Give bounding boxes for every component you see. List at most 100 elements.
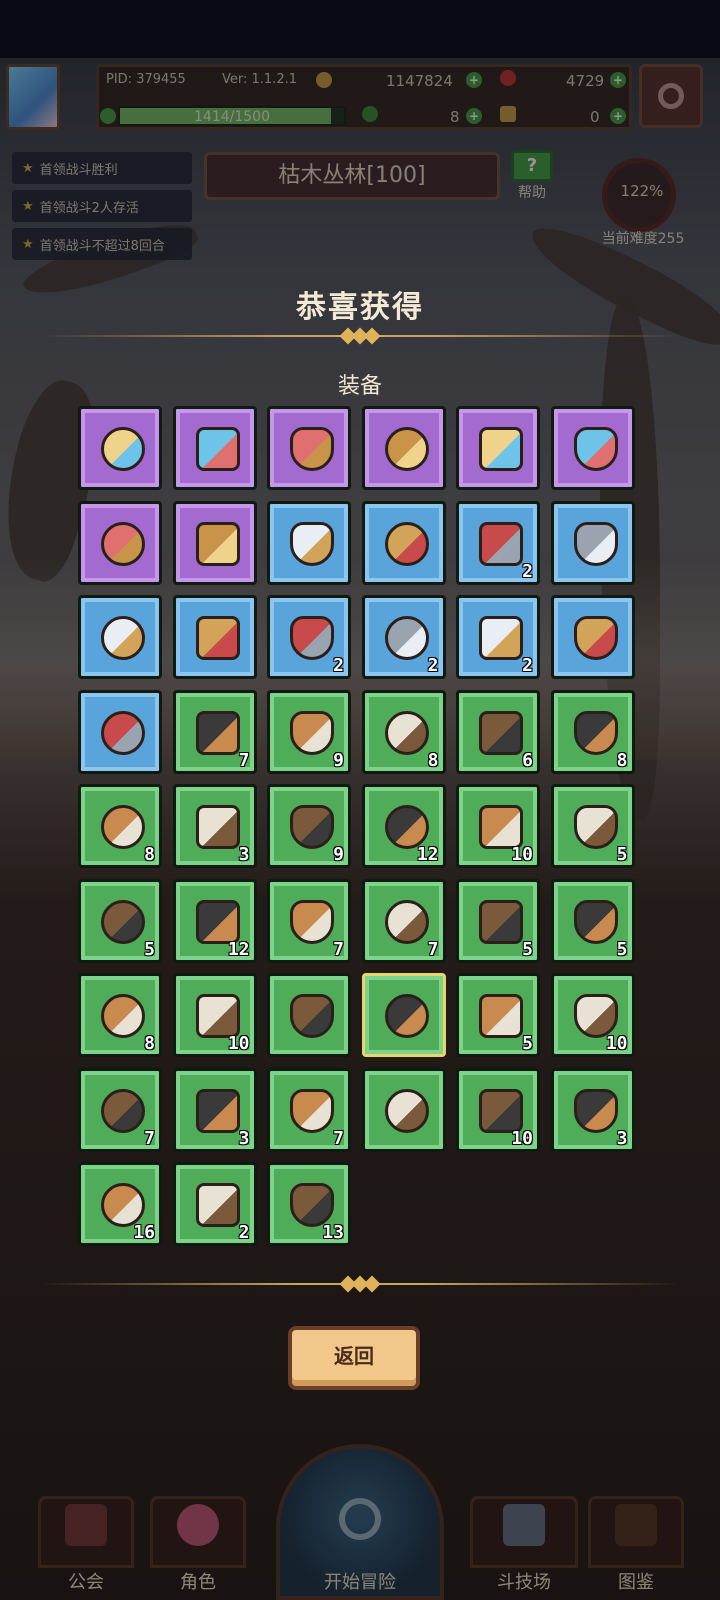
cloth-glove-icon	[573, 899, 618, 944]
green-robe-icon	[573, 805, 618, 849]
item-slot[interactable]	[456, 406, 540, 490]
belt-icon	[384, 427, 429, 471]
item-slot[interactable]: 10	[172, 973, 257, 1057]
staff-icon	[101, 427, 145, 471]
bow-icon	[195, 710, 240, 755]
item-slot[interactable]: 3	[172, 1067, 257, 1152]
orb-icon	[290, 805, 334, 849]
item-slot[interactable]: 7	[361, 878, 446, 963]
item-count: 6	[522, 749, 533, 771]
item-count: 5	[522, 1033, 533, 1054]
item-slot[interactable]	[550, 406, 635, 490]
item-slot[interactable]: 7	[267, 878, 351, 963]
item-slot[interactable]: 16	[78, 1162, 162, 1246]
leather-vest-icon	[290, 899, 334, 944]
item-slot[interactable]: 7	[267, 1067, 351, 1152]
item-slot[interactable]	[78, 500, 162, 585]
item-slot[interactable]: 2	[172, 1162, 257, 1246]
gold-boots-icon	[479, 427, 523, 471]
item-count: 7	[333, 1127, 344, 1149]
wooden-shield-icon	[101, 805, 145, 849]
item-count: 8	[616, 749, 628, 771]
item-count: 7	[333, 938, 344, 960]
crystal-cloud-icon	[195, 427, 240, 471]
item-slot[interactable]	[172, 406, 257, 490]
item-count: 5	[522, 938, 533, 960]
item-count: 5	[616, 938, 628, 960]
item-count: 10	[511, 844, 533, 865]
item-slot[interactable]: 5	[550, 784, 635, 868]
cross-necklace-icon	[573, 1088, 618, 1133]
item-slot[interactable]: 10	[550, 973, 635, 1057]
item-count: 8	[427, 749, 439, 771]
item-count: 9	[333, 749, 344, 771]
brown-boots-icon	[573, 427, 618, 471]
gold-coin-icon	[384, 1088, 429, 1133]
item-count: 7	[238, 749, 250, 771]
item-count: 12	[416, 844, 439, 865]
item-slot[interactable]: 3	[550, 1067, 635, 1152]
item-slot[interactable]	[550, 500, 635, 585]
item-count: 16	[133, 1222, 155, 1243]
item-slot[interactable]: 12	[172, 878, 257, 963]
plate-armor-icon	[384, 521, 429, 566]
item-slot[interactable]	[361, 406, 446, 490]
item-count: 2	[522, 560, 533, 582]
item-slot[interactable]: 13	[267, 1162, 351, 1246]
item-slot[interactable]: 8	[78, 973, 162, 1057]
item-count: 9	[333, 844, 344, 865]
black-armor-icon	[101, 899, 145, 944]
item-slot[interactable]: 8	[361, 689, 446, 774]
item-count: 10	[605, 1033, 628, 1054]
item-slot[interactable]: 2	[361, 595, 446, 679]
wooden-sword-icon	[384, 710, 429, 755]
item-slot[interactable]	[361, 973, 446, 1057]
item-slot[interactable]	[267, 973, 351, 1057]
wizard-hat-icon	[384, 805, 429, 849]
item-slot[interactable]	[78, 689, 162, 774]
item-slot[interactable]: 2	[456, 500, 540, 585]
item-slot[interactable]: 10	[456, 1067, 540, 1152]
item-slot[interactable]: 7	[172, 689, 257, 774]
item-slot[interactable]: 9	[267, 689, 351, 774]
item-slot[interactable]	[78, 595, 162, 679]
item-slot[interactable]: 8	[78, 784, 162, 868]
gauntlet-icon	[573, 521, 618, 566]
item-slot[interactable]: 9	[267, 784, 351, 868]
item-slot[interactable]	[172, 595, 257, 679]
item-slot[interactable]: 5	[456, 973, 540, 1057]
item-count: 2	[522, 655, 533, 676]
wooden-staff-icon	[290, 710, 334, 755]
item-slot[interactable]: 3	[172, 784, 257, 868]
gold-bottle-icon	[479, 616, 523, 660]
item-slot[interactable]	[267, 500, 351, 585]
item-slot[interactable]	[78, 406, 162, 490]
popup-title: 恭喜获得	[296, 290, 424, 325]
steel-sword-icon	[479, 710, 523, 755]
item-slot[interactable]: 8	[550, 689, 635, 774]
silver-necklace-icon	[384, 616, 429, 660]
item-slot[interactable]: 5	[456, 878, 540, 963]
item-slot[interactable]	[267, 406, 351, 490]
item-slot[interactable]: 12	[361, 784, 446, 868]
item-count: 8	[144, 1033, 155, 1054]
item-slot[interactable]: 7	[78, 1067, 162, 1152]
item-slot[interactable]: 2	[267, 595, 351, 679]
back-button[interactable]: 返回	[288, 1326, 420, 1390]
item-slot[interactable]: 6	[456, 689, 540, 774]
item-slot[interactable]: 2	[456, 595, 540, 679]
item-slot[interactable]: 5	[550, 878, 635, 963]
section-label: 装备	[337, 374, 382, 399]
silver-ring-icon	[573, 994, 618, 1038]
item-count: 12	[227, 938, 250, 960]
item-count: 3	[238, 844, 250, 865]
ruby-ring-icon	[573, 616, 618, 660]
item-count: 3	[238, 1127, 250, 1149]
item-count: 3	[616, 1127, 628, 1149]
item-slot[interactable]	[361, 1067, 446, 1152]
item-slot[interactable]: 10	[456, 784, 540, 868]
item-slot[interactable]	[361, 500, 446, 585]
item-slot[interactable]	[172, 500, 257, 585]
item-slot[interactable]	[550, 595, 635, 679]
item-slot[interactable]: 5	[78, 878, 162, 963]
